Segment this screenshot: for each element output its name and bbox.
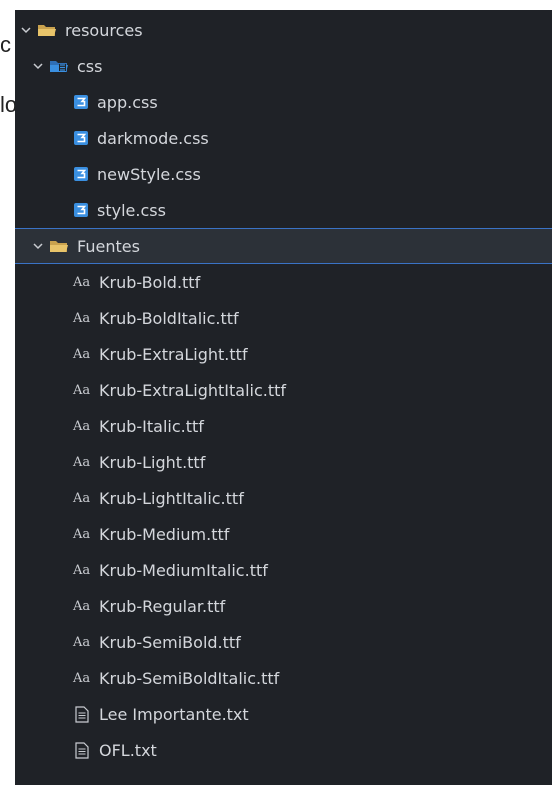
chevron-down-icon[interactable]: [33, 241, 43, 251]
tree-file-font[interactable]: Aa Krub-SemiBoldItalic.ttf: [15, 660, 552, 696]
folder-open-icon: [38, 25, 56, 36]
tree-folder-fuentes[interactable]: Fuentes: [15, 228, 552, 264]
tree-file-label: Krub-Bold.ttf: [99, 272, 201, 292]
tree-file-font[interactable]: Aa Krub-SemiBold.ttf: [15, 624, 552, 660]
tree-file-label: style.css: [97, 200, 166, 220]
tree-file-darkmode-css[interactable]: darkmode.css: [15, 120, 552, 156]
css-file-icon: [74, 203, 88, 217]
chevron-down-icon[interactable]: [21, 25, 31, 35]
tree-folder-label: Fuentes: [77, 236, 140, 256]
tree-file-label: Krub-SemiBold.ttf: [99, 632, 241, 652]
font-file-icon: Aa: [73, 634, 91, 650]
tree-folder-label: css: [77, 56, 103, 76]
font-file-icon: Aa: [73, 346, 91, 362]
tree-file-label: Krub-Regular.ttf: [99, 596, 226, 616]
tree-file-label: OFL.txt: [99, 740, 157, 760]
tree-file-label: Lee Importante.txt: [99, 704, 249, 724]
css-file-icon: [74, 167, 88, 181]
tree-file-label: Krub-LightItalic.ttf: [99, 488, 244, 508]
tree-file-label: Krub-ExtraLightItalic.ttf: [99, 380, 287, 400]
font-file-icon: Aa: [73, 418, 91, 434]
tree-file-app-css[interactable]: app.css: [15, 84, 552, 120]
font-file-icon: Aa: [73, 490, 91, 506]
tree-folder-css[interactable]: css: [15, 48, 552, 84]
chevron-down-icon[interactable]: [33, 61, 43, 71]
font-file-icon: Aa: [73, 310, 91, 326]
font-file-icon: Aa: [73, 670, 91, 686]
tree-file-font[interactable]: Aa Krub-Regular.ttf: [15, 588, 552, 624]
css-folder-icon: [50, 61, 68, 72]
background-text-1: c: [0, 32, 11, 57]
tree-file-font[interactable]: Aa Krub-BoldItalic.ttf: [15, 300, 552, 336]
tree-file-label: app.css: [97, 92, 158, 112]
text-file-icon: [75, 705, 89, 723]
tree-file-label: Krub-SemiBoldItalic.ttf: [99, 668, 280, 688]
tree-file-label: Krub-MediumItalic.ttf: [99, 560, 268, 580]
font-file-icon: Aa: [73, 454, 91, 470]
tree-file-label: darkmode.css: [97, 128, 209, 148]
tree-file-font[interactable]: Aa Krub-Medium.ttf: [15, 516, 552, 552]
tree-file-font[interactable]: Aa Krub-ExtraLightItalic.ttf: [15, 372, 552, 408]
font-file-icon: Aa: [73, 526, 91, 542]
tree-file-label: Krub-Medium.ttf: [99, 524, 230, 544]
tree-file-font[interactable]: Aa Krub-Italic.ttf: [15, 408, 552, 444]
tree-file-text[interactable]: OFL.txt: [15, 732, 552, 768]
tree-file-label: newStyle.css: [97, 164, 201, 184]
tree-file-font[interactable]: Aa Krub-LightItalic.ttf: [15, 480, 552, 516]
css-file-icon: [74, 131, 88, 145]
tree-folder-resources[interactable]: resources: [15, 12, 552, 48]
tree-file-label: Krub-BoldItalic.ttf: [99, 308, 239, 328]
tree-folder-label: resources: [65, 20, 143, 40]
tree-file-text[interactable]: Lee Importante.txt: [15, 696, 552, 732]
font-file-icon: Aa: [73, 382, 91, 398]
tree-file-style-css[interactable]: style.css: [15, 192, 552, 228]
font-file-icon: Aa: [73, 274, 91, 290]
tree-file-newstyle-css[interactable]: newStyle.css: [15, 156, 552, 192]
tree-file-font[interactable]: Aa Krub-Bold.ttf: [15, 264, 552, 300]
font-file-icon: Aa: [73, 598, 91, 614]
tree-file-label: Krub-Light.ttf: [99, 452, 206, 472]
tree-file-font[interactable]: Aa Krub-ExtraLight.ttf: [15, 336, 552, 372]
text-file-icon: [75, 741, 89, 759]
tree-file-label: Krub-ExtraLight.ttf: [99, 344, 248, 364]
tree-file-font[interactable]: Aa Krub-Light.ttf: [15, 444, 552, 480]
tree-file-label: Krub-Italic.ttf: [99, 416, 204, 436]
css-file-icon: [74, 95, 88, 109]
file-explorer-tree: resources css app.css darkmode.css newSt…: [15, 10, 552, 785]
tree-file-font[interactable]: Aa Krub-MediumItalic.ttf: [15, 552, 552, 588]
folder-open-icon: [50, 241, 68, 252]
font-file-icon: Aa: [73, 562, 91, 578]
